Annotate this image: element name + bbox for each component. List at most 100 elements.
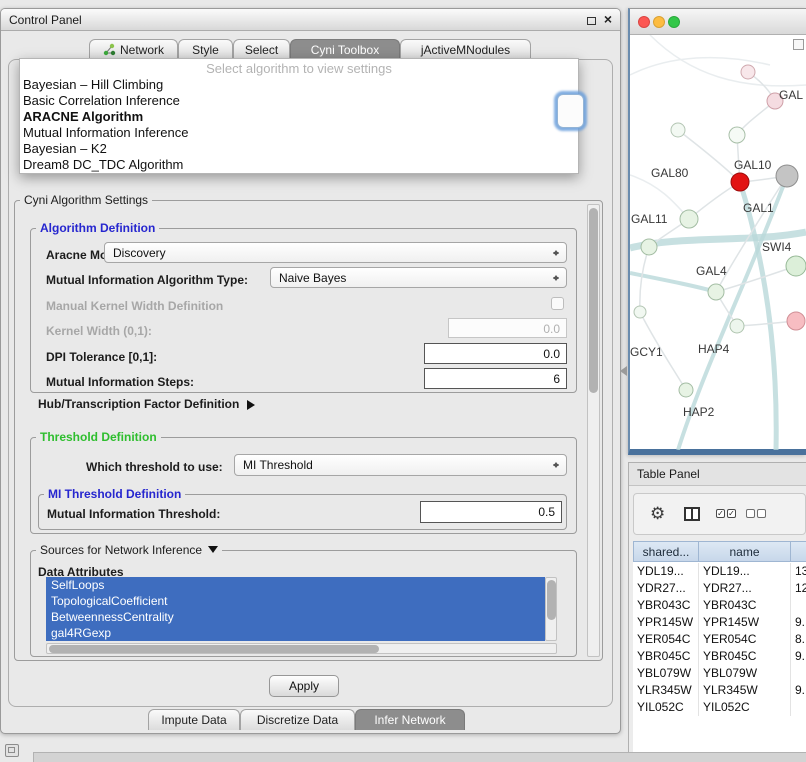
network-window-titlebar[interactable] [630,9,806,35]
table-cell: YDR27... [633,580,699,597]
network-node[interactable] [708,284,724,300]
table-cell: YBL079W [699,665,791,682]
attribute-item[interactable]: BetweennessCentrality [46,609,545,625]
network-node[interactable] [680,210,698,228]
zoom-window-icon[interactable] [668,16,680,28]
algorithm-menu-list: Bayesian – Hill ClimbingBasic Correlatio… [20,77,578,173]
table-panel-title: Table Panel [629,463,806,486]
panel-splitter-handle[interactable] [615,366,627,376]
table-row[interactable]: YLR345WYLR345W9... [633,682,806,699]
tab-discretize-data[interactable]: Discretize Data [240,709,355,730]
select-all-checkbox-icon[interactable]: ✓ [727,509,736,518]
table-row[interactable]: YDR27...YDR27...12... [633,580,806,597]
mi-threshold-field[interactable]: 0.5 [420,501,562,523]
network-node[interactable] [731,173,749,191]
expanded-arrow-icon [208,546,218,558]
network-view-window: GALGAL80GAL10GAL11GAL1SWI4GAL4GCY1HAP4HA… [628,8,806,455]
table-row[interactable]: YBR045CYBR045C9... [633,648,806,665]
network-node[interactable] [776,165,798,187]
gear-icon[interactable]: ⚙ [650,505,665,522]
algorithm-menu-item[interactable]: Bayesian – K2 [20,141,578,157]
tab-style[interactable]: Style [178,39,233,60]
canvas-mini-checkbox[interactable] [793,39,804,50]
manual-kernel-width-checkbox[interactable] [551,297,564,310]
which-threshold-select[interactable]: MI Threshold [234,454,567,476]
network-canvas-svg[interactable]: GALGAL80GAL10GAL11GAL1SWI4GAL4GCY1HAP4HA… [630,35,806,450]
float-window-icon[interactable] [587,17,596,25]
attribute-item[interactable]: gal4RGexp [46,625,545,641]
settings-scrollbar-thumb[interactable] [589,208,598,393]
manual-kernel-width-label: Manual Kernel Width Definition [46,299,223,313]
column-header-cut[interactable] [790,541,806,562]
table-cell: YDR27... [699,580,791,597]
network-node[interactable] [786,256,806,276]
control-panel-titlebar[interactable]: Control Panel × [1,9,620,31]
close-panel-icon[interactable]: × [604,12,612,26]
table-row[interactable]: YIL052CYIL052C [633,699,806,716]
aracne-mode-select[interactable]: Discovery [104,242,567,263]
table-cell: YER054C [633,631,699,648]
algorithm-menu-item[interactable]: ARACNE Algorithm [20,109,578,125]
network-node[interactable] [729,127,745,143]
mi-steps-value: 6 [553,372,560,386]
close-window-icon[interactable] [638,16,650,28]
minimized-panel-icon[interactable] [5,744,19,757]
tab-select[interactable]: Select [233,39,290,60]
hub-definition-expander[interactable]: Hub/Transcription Factor Definition [38,397,260,411]
kernel-width-value: 0.0 [543,322,560,336]
table-row[interactable]: YBR043CYBR043C [633,597,806,614]
columns-icon[interactable] [684,507,700,521]
table-row[interactable]: YPR145WYPR145W9... [633,614,806,631]
algorithm-menu-item[interactable]: Bayesian – Hill Climbing [20,77,578,93]
tab-network[interactable]: Network [89,39,178,60]
table-row[interactable]: YBL079WYBL079W [633,665,806,682]
attributes-hscrollbar[interactable] [46,643,557,654]
tab-infer-network[interactable]: Infer Network [355,709,465,730]
focused-browse-button[interactable] [557,94,584,128]
sources-expander[interactable]: Sources for Network Inference [36,543,222,558]
mi-algorithm-type-select[interactable]: Naive Bayes [270,267,567,288]
collapsed-arrow-icon [247,400,260,410]
kernel-width-label: Kernel Width (0,1): [46,324,152,338]
minimize-window-icon[interactable] [653,16,665,28]
mi-threshold-label: Mutual Information Threshold: [47,507,220,521]
bottom-resize-strip[interactable] [33,752,806,762]
attribute-item[interactable]: TopologicalCoefficient [46,593,545,609]
attribute-item[interactable]: SelfLoops [46,577,545,593]
kernel-width-field[interactable]: 0.0 [448,318,567,338]
mi-steps-field[interactable]: 6 [424,368,567,389]
table-row[interactable]: YDL19...YDL19...13... [633,563,806,580]
apply-button[interactable]: Apply [269,675,339,697]
table-cell: YDL19... [699,563,791,580]
settings-scrollbar[interactable] [587,204,600,657]
table-cell: YIL052C [699,699,791,716]
tab-cyni-toolbox[interactable]: Cyni Toolbox [290,39,400,60]
select-all-checkbox-icon[interactable]: ✓ [716,509,725,518]
table-row[interactable]: YER054CYER054C8... [633,631,806,648]
column-header-shared-name[interactable]: shared... [633,541,699,562]
tab-select-label: Select [245,43,278,57]
tab-impute-data[interactable]: Impute Data [148,709,240,730]
dpi-tolerance-field[interactable]: 0.0 [424,343,567,364]
network-node[interactable] [730,319,744,333]
table-cell: YIL052C [633,699,699,716]
attributes-scrollbar-thumb[interactable] [547,580,556,620]
deselect-all-checkbox-icon[interactable] [757,509,766,518]
stepper-icon [552,458,562,472]
network-node[interactable] [641,239,657,255]
attributes-hscrollbar-thumb[interactable] [49,645,379,653]
attributes-scrollbar[interactable] [545,577,557,641]
network-node[interactable] [671,123,685,137]
table-cell: 13... [791,563,806,580]
tab-jactivemnodules[interactable]: jActiveMNodules [400,39,531,60]
column-header-name[interactable]: name [698,541,791,562]
deselect-all-checkbox-icon[interactable] [746,509,755,518]
algorithm-menu-item[interactable]: Basic Correlation Inference [20,93,578,109]
algorithm-menu-item[interactable]: Mutual Information Inference [20,125,578,141]
hub-definition-label: Hub/Transcription Factor Definition [38,397,239,411]
network-node[interactable] [679,383,693,397]
algorithm-menu-item[interactable]: Dream8 DC_TDC Algorithm [20,157,578,173]
network-node[interactable] [634,306,646,318]
network-node[interactable] [741,65,755,79]
network-node[interactable] [787,312,805,330]
